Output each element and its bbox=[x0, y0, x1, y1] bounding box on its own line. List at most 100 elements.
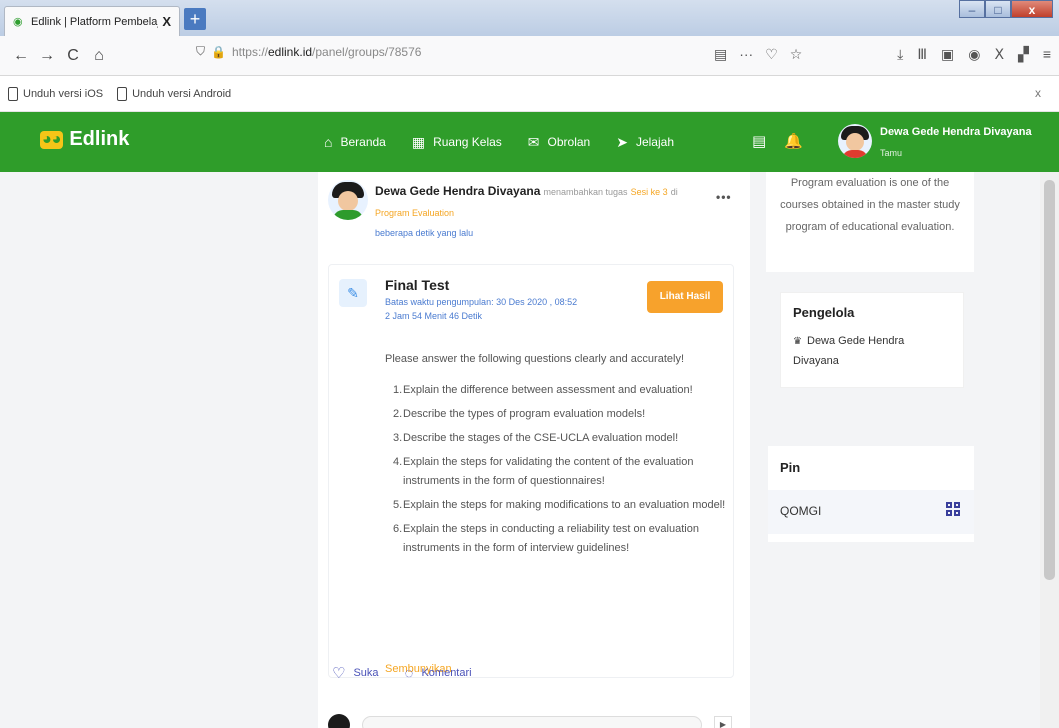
group-description: Program evaluation is one of the courses… bbox=[780, 177, 960, 233]
shield-icon: ⛉ bbox=[196, 44, 206, 58]
forward-button[interactable]: → bbox=[34, 47, 60, 65]
bookmark-star-icon[interactable]: ☆ bbox=[790, 46, 803, 63]
menu-icon[interactable]: ≡ bbox=[1043, 46, 1051, 63]
home-button[interactable]: ⌂ bbox=[86, 47, 112, 65]
task-countdown: 2 Jam 54 Menit 46 Detik bbox=[385, 311, 483, 321]
list-item: 5. Explain the steps for making modificat… bbox=[393, 496, 729, 515]
back-button[interactable]: ← bbox=[8, 47, 34, 65]
ios-download-link[interactable]: Unduh versi iOS bbox=[8, 86, 104, 101]
minimize-button[interactable]: – bbox=[959, 0, 985, 18]
android-download-label: Unduh versi Android bbox=[132, 87, 232, 100]
post-more-button[interactable]: ••• bbox=[716, 190, 732, 204]
url-domain: edlink.id bbox=[268, 44, 313, 59]
android-download-link[interactable]: Unduh versi Android bbox=[117, 86, 232, 101]
reload-button[interactable]: C bbox=[60, 47, 86, 65]
avatar bbox=[328, 714, 350, 728]
account-icon[interactable]: ◉ bbox=[968, 46, 980, 63]
tab-title: Edlink | Platform Pembelajaran bbox=[31, 15, 158, 28]
edlink-logo[interactable]: ◕◕ Edlink bbox=[40, 128, 129, 151]
list-item: 3. Describe the stages of the CSE-UCLA ev… bbox=[393, 429, 729, 448]
question-text: Explain the difference between assessmen… bbox=[403, 384, 693, 396]
phone-icon bbox=[117, 86, 128, 101]
task-instructions: Please answer the following questions cl… bbox=[385, 353, 684, 365]
list-item: 6. Explain the steps in conducting a reli… bbox=[393, 520, 729, 558]
browser-navbar: ← → C ⌂ ⛉ 🔒 https://edlink.id/panel/grou… bbox=[0, 36, 1059, 76]
post-action: menambahkan tugas bbox=[543, 187, 628, 197]
post-timestamp: beberapa detik yang lalu bbox=[375, 228, 474, 238]
comment-input[interactable] bbox=[362, 716, 702, 728]
lock-icon: 🔒 bbox=[211, 44, 226, 59]
edlink-favicon-icon: ◉ bbox=[13, 15, 23, 28]
close-app-bar-button[interactable]: x bbox=[1035, 86, 1041, 100]
scrollbar-thumb[interactable] bbox=[1044, 180, 1055, 580]
url-prefix: https:// bbox=[231, 44, 268, 59]
post-author-avatar[interactable] bbox=[328, 180, 368, 220]
send-icon[interactable]: ▶ bbox=[714, 716, 732, 728]
ios-download-label: Unduh versi iOS bbox=[23, 87, 104, 100]
menu-item-jelajah[interactable]: ➤ Jelajah bbox=[616, 134, 674, 151]
page-actions: ▤ ··· ♡ ☆ bbox=[714, 46, 802, 63]
user-avatar[interactable] bbox=[838, 124, 872, 158]
question-text: Explain the steps for validating the con… bbox=[403, 456, 694, 487]
menu-label: Obrolan bbox=[547, 135, 591, 149]
menu-label: Jelajah bbox=[635, 135, 674, 149]
pin-code: QOMGI bbox=[780, 504, 822, 518]
user-name[interactable]: Dewa Gede Hendra Divayana bbox=[880, 126, 1032, 138]
address-bar[interactable]: ⛉ 🔒 https://edlink.id/panel/groups/78576 bbox=[196, 44, 421, 59]
extension-x-icon[interactable]: Ⅹ bbox=[994, 46, 1004, 63]
notification-bell-icon[interactable]: 🔔 bbox=[784, 132, 803, 150]
more-actions-icon[interactable]: ··· bbox=[739, 46, 753, 63]
group-description-card: Program evaluation is one of the courses… bbox=[766, 172, 974, 272]
pin-title: Pin bbox=[780, 460, 801, 475]
close-window-button[interactable]: x bbox=[1011, 0, 1053, 18]
extension-icon[interactable]: ▞ bbox=[1018, 46, 1029, 63]
heart-icon: ♡ bbox=[332, 665, 346, 682]
url-path: /panel/groups/78576 bbox=[312, 44, 422, 59]
course-link[interactable]: Program Evaluation bbox=[375, 208, 454, 218]
question-text: Explain the steps in conducting a reliab… bbox=[403, 523, 699, 554]
browser-titlebar: ◉ Edlink | Platform Pembelajaran X + – □… bbox=[0, 0, 1059, 36]
question-text: Explain the steps for making modificatio… bbox=[403, 499, 726, 511]
session-link[interactable]: Sesi ke 3 bbox=[631, 187, 668, 197]
comment-icon: ◌ bbox=[404, 664, 414, 682]
page-scrollbar[interactable] bbox=[1040, 172, 1059, 728]
manager-name[interactable]: Dewa Gede Hendra Divayana bbox=[793, 331, 953, 371]
task-card: ✎ Final Test Batas waktu pengumpulan: 30… bbox=[328, 264, 734, 678]
chat-icon: ✉ bbox=[527, 133, 540, 150]
browser-tab[interactable]: ◉ Edlink | Platform Pembelajaran X bbox=[4, 6, 180, 36]
window-controls: – □ x bbox=[959, 0, 1053, 18]
qr-code-icon[interactable] bbox=[946, 502, 960, 516]
view-results-button[interactable]: Lihat Hasil bbox=[647, 281, 723, 313]
like-button[interactable]: ♡ Suka bbox=[332, 664, 379, 682]
menu-item-beranda[interactable]: ⌂ Beranda bbox=[324, 134, 386, 150]
menu-label: Beranda bbox=[340, 135, 386, 149]
comment-composer: ▶ bbox=[328, 714, 740, 728]
reader-view-icon[interactable]: ▤ bbox=[714, 46, 727, 63]
sidebar-icon[interactable]: ▣ bbox=[941, 46, 954, 63]
comment-label: Komentari bbox=[421, 667, 472, 679]
header-icons: ▤ 🔔 bbox=[752, 132, 803, 150]
phone-icon bbox=[8, 86, 18, 101]
post-author-name[interactable]: Dewa Gede Hendra Divayana bbox=[375, 184, 540, 198]
assignments-icon[interactable]: ▤ bbox=[752, 132, 766, 150]
logo-text: Edlink bbox=[69, 128, 130, 150]
menu-item-ruang-kelas[interactable]: ▦ Ruang Kelas bbox=[412, 134, 502, 151]
question-text: Describe the stages of the CSE-UCLA eval… bbox=[403, 432, 679, 444]
classroom-icon: ▦ bbox=[411, 133, 426, 150]
list-item: 1. Explain the difference between assessm… bbox=[393, 381, 729, 400]
like-label: Suka bbox=[353, 667, 379, 679]
pocket-icon[interactable]: ♡ bbox=[765, 46, 778, 63]
pin-row: QOMGI bbox=[768, 490, 974, 534]
new-tab-button[interactable]: + bbox=[184, 8, 206, 30]
library-icon[interactable]: Ⅲ bbox=[917, 46, 927, 63]
post-preposition: di bbox=[670, 187, 678, 197]
tab-close-button[interactable]: X bbox=[162, 14, 171, 29]
menu-item-obrolan[interactable]: ✉ Obrolan bbox=[528, 134, 590, 151]
comment-button[interactable]: ◌ Komentari bbox=[405, 665, 472, 682]
app-download-bar: Unduh versi iOS Unduh versi Android x bbox=[0, 76, 1059, 112]
maximize-button[interactable]: □ bbox=[985, 0, 1011, 18]
user-role: Tamu bbox=[880, 148, 903, 158]
post-reactions: ♡ Suka ◌ Komentari bbox=[332, 664, 498, 683]
download-icon[interactable]: ⤓ bbox=[897, 46, 903, 63]
task-title[interactable]: Final Test bbox=[385, 277, 449, 293]
